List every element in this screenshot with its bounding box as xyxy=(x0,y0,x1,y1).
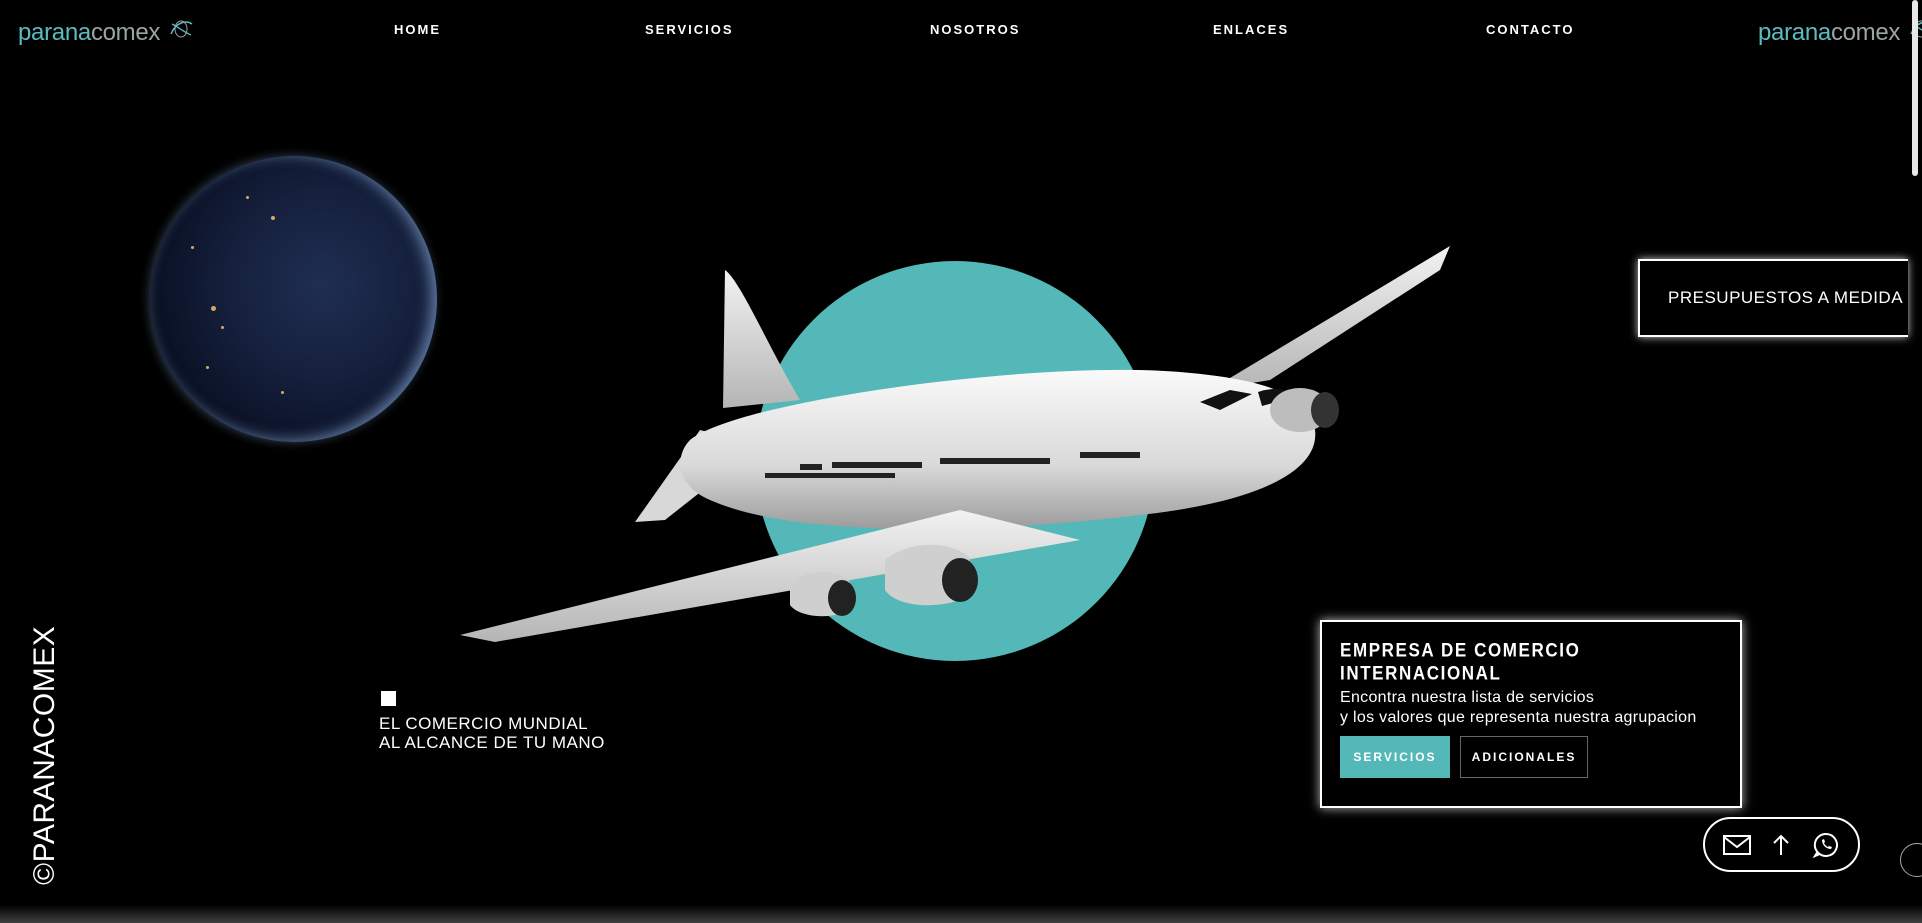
globe-swirl-icon xyxy=(168,18,194,47)
arrow-up-icon[interactable] xyxy=(1766,830,1796,860)
logo-right[interactable]: paranacomex xyxy=(1758,18,1922,47)
card-title: EMPRESA DE COMERCIO INTERNACIONAL xyxy=(1340,639,1581,684)
nav-home[interactable]: HOME xyxy=(394,22,441,37)
card-line2: y los valores que representa nuestra agr… xyxy=(1340,709,1697,726)
contact-bar xyxy=(1703,817,1860,872)
vertical-copyright: ©PARANACOMEX xyxy=(28,625,61,885)
logo-part-parana: parana xyxy=(18,18,91,46)
presupuestos-tab[interactable]: PRESUPUESTOS A MEDIDA xyxy=(1638,259,1908,337)
whatsapp-icon[interactable] xyxy=(1811,830,1841,860)
nav-nosotros[interactable]: NOSOTROS xyxy=(930,22,1020,37)
hero-tagline: EL COMERCIO MUNDIAL AL ALCANCE DE TU MAN… xyxy=(379,714,605,752)
airplane-image xyxy=(460,246,1450,642)
nav-enlaces[interactable]: ENLACES xyxy=(1213,22,1289,37)
logo-part-comex: comex xyxy=(90,18,161,46)
card-line1: Encontra nuestra lista de servicios xyxy=(1340,689,1595,706)
servicios-button[interactable]: SERVICIOS xyxy=(1340,736,1450,778)
card-description: Encontra nuestra lista de servicios y lo… xyxy=(1340,688,1722,728)
nav-contacto[interactable]: CONTACTO xyxy=(1486,22,1574,37)
tagline-line2: AL ALCANCE DE TU MANO xyxy=(379,733,605,752)
earth-image xyxy=(151,156,437,442)
mail-icon[interactable] xyxy=(1722,830,1752,860)
info-card: EMPRESA DE COMERCIO INTERNACIONAL Encont… xyxy=(1320,620,1742,808)
side-toggle-button[interactable] xyxy=(1900,843,1922,877)
tagline-line1: EL COMERCIO MUNDIAL xyxy=(379,714,589,733)
logo-part-comex: comex xyxy=(1830,18,1901,46)
logo-left[interactable]: paranacomex xyxy=(18,18,194,47)
bottom-glow xyxy=(0,905,1922,923)
logo-part-parana: parana xyxy=(1758,18,1831,46)
nav-servicios[interactable]: SERVICIOS xyxy=(645,22,734,37)
adicionales-button[interactable]: ADICIONALES xyxy=(1460,736,1588,778)
page-scrollbar[interactable] xyxy=(1912,0,1918,176)
tagline-square-marker xyxy=(381,691,396,706)
